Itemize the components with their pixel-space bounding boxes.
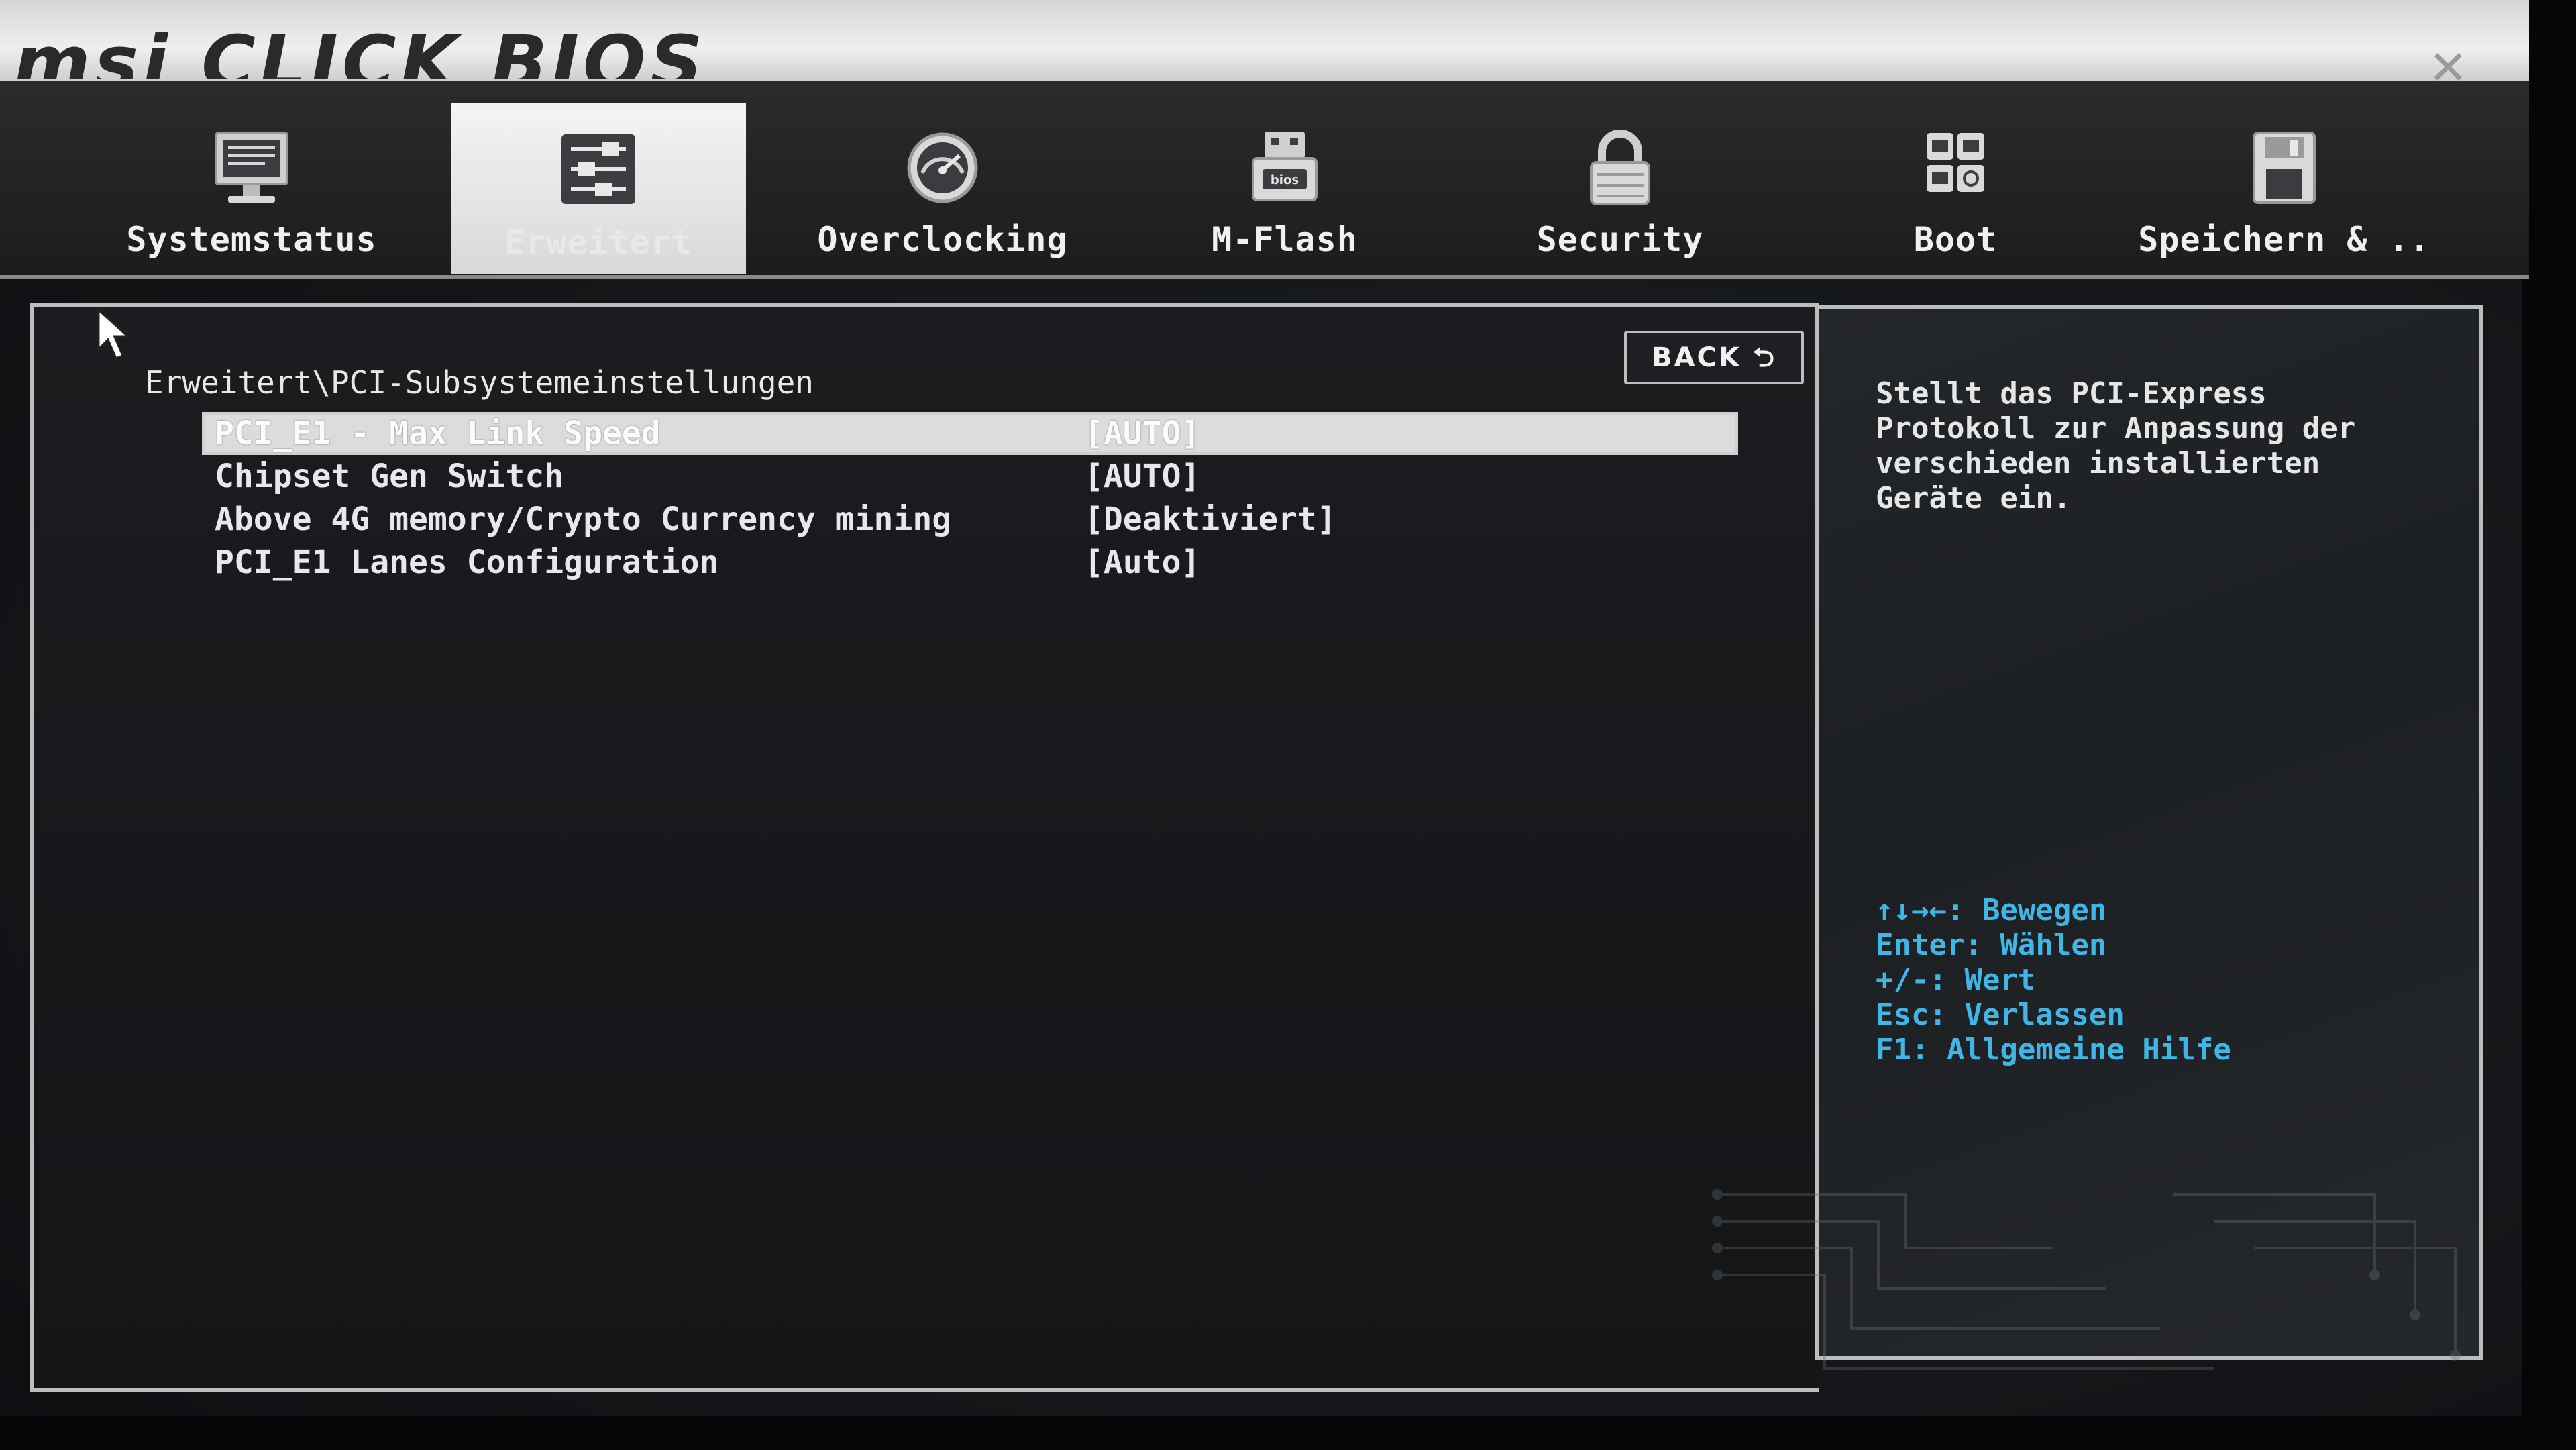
- setting-name: PCI_E1 - Max Link Speed: [215, 415, 661, 452]
- tab-label: M-Flash: [1212, 220, 1358, 259]
- mouse-cursor-icon: [97, 307, 131, 360]
- tab-label: Systemstatus: [126, 220, 377, 259]
- key-hint-exit: Esc: Verlassen: [1876, 998, 2125, 1032]
- tab-overclocking[interactable]: Overclocking: [792, 101, 1093, 268]
- tab-systemstatus[interactable]: Systemstatus: [101, 101, 402, 268]
- title-banner: msi CLICK BIOS ✕: [0, 0, 2529, 95]
- back-label: BACK: [1652, 342, 1741, 373]
- help-description: Stellt das PCI-Express Protokoll zur Anp…: [1876, 376, 2356, 515]
- back-arrow-icon: ⮌: [1752, 342, 1776, 373]
- usb-bios-icon: bios: [1252, 132, 1318, 201]
- sliders-icon: [561, 134, 635, 204]
- settings-panel: Erweitert\PCI-Subsystemeinstellungen BAC…: [30, 303, 1819, 1392]
- setting-name: Above 4G memory/Crypto Currency mining: [215, 501, 952, 538]
- setting-value: [Deaktiviert]: [1084, 501, 1336, 538]
- tab-label: Security: [1536, 220, 1704, 259]
- key-hint-move: ↑↓→←: Bewegen: [1876, 893, 2107, 927]
- tab-erweitert[interactable]: Erweitert: [451, 103, 746, 274]
- tab-security[interactable]: Security: [1469, 101, 1771, 268]
- key-hint-value: +/-: Wert: [1876, 963, 2036, 997]
- key-hint-help: F1: Allgemeine Hilfe: [1876, 1033, 2231, 1067]
- speedometer-icon: [907, 132, 978, 203]
- tab-label: Speichern & ..: [2138, 220, 2430, 259]
- key-hint-select: Enter: Wählen: [1876, 928, 2107, 962]
- setting-name: Chipset Gen Switch: [215, 458, 564, 495]
- tab-bar: Systemstatus Erweitert Overclocking bios…: [0, 81, 2529, 279]
- setting-name: PCI_E1 Lanes Configuration: [215, 543, 719, 581]
- boot-grid-icon: [1927, 133, 1984, 192]
- setting-row-max-link-speed[interactable]: PCI_E1 - Max Link Speed [AUTO]: [202, 412, 1738, 455]
- back-button[interactable]: BACK ⮌: [1624, 331, 1804, 384]
- floppy-disk-icon: [2253, 132, 2316, 204]
- settings-list: PCI_E1 - Max Link Speed [AUTO] Chipset G…: [202, 412, 1738, 584]
- breadcrumb: Erweitert\PCI-Subsystemeinstellungen: [145, 364, 814, 401]
- setting-value: [AUTO]: [1084, 458, 1201, 495]
- setting-value: [Auto]: [1084, 543, 1201, 581]
- tab-boot[interactable]: Boot: [1805, 101, 2106, 268]
- key-help: ↑↓→←: Bewegen Enter: Wählen +/-: Wert Es…: [1876, 893, 2231, 1068]
- svg-text:bios: bios: [1271, 173, 1299, 187]
- tab-label: Overclocking: [817, 220, 1068, 259]
- tab-label: Erweitert: [504, 223, 692, 262]
- setting-row-chipset-gen-switch[interactable]: Chipset Gen Switch [AUTO]: [202, 455, 1738, 498]
- padlock-icon: [1590, 130, 1650, 205]
- bios-screen: msi CLICK BIOS ✕ Systemstatus Erweitert …: [0, 0, 2529, 1416]
- tab-m-flash[interactable]: bios M-Flash: [1134, 101, 1436, 268]
- tab-speichern[interactable]: Speichern & ..: [2133, 101, 2435, 268]
- tab-label: Boot: [1913, 220, 1998, 259]
- monitor-icon: [215, 132, 288, 203]
- setting-value: [AUTO]: [1084, 415, 1201, 452]
- setting-row-above-4g[interactable]: Above 4G memory/Crypto Currency mining […: [202, 498, 1738, 541]
- msi-logo: msi CLICK BIOS: [13, 19, 707, 79]
- setting-row-lanes-configuration[interactable]: PCI_E1 Lanes Configuration [Auto]: [202, 541, 1738, 584]
- circuit-decoration: [1712, 1189, 2461, 1370]
